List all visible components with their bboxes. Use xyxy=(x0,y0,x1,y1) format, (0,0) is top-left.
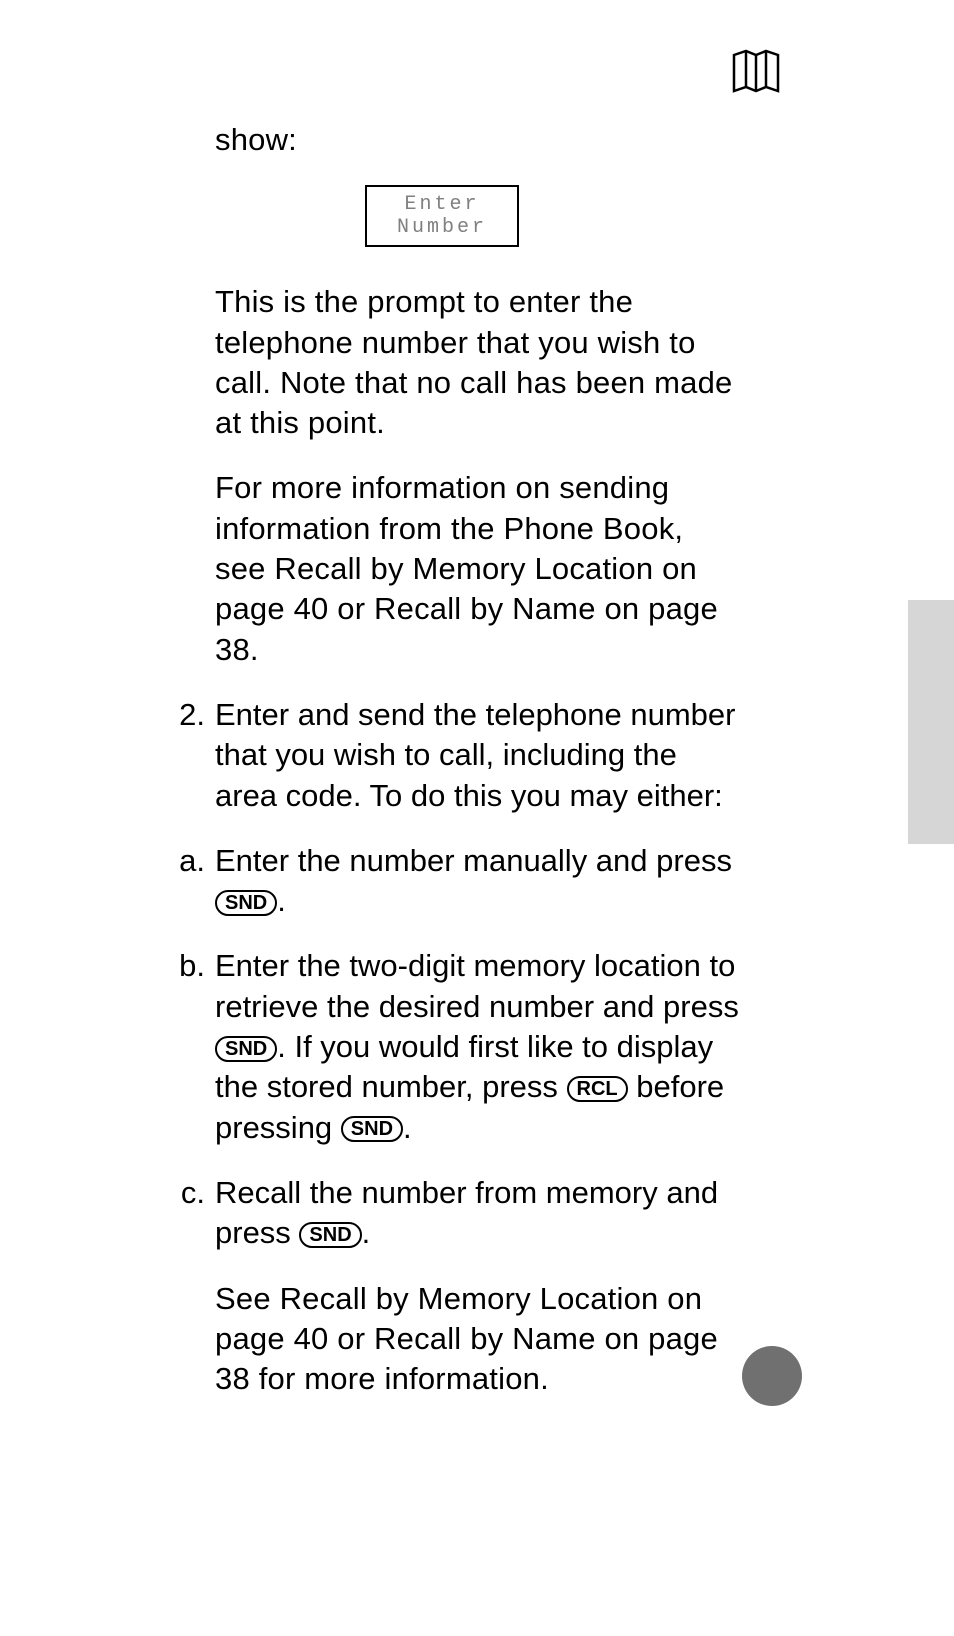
rcl-button-icon: RCL xyxy=(567,1076,628,1102)
option-a: a. Enter the number manually and press S… xyxy=(215,841,740,922)
option-c-pre: Recall the number from memory and press xyxy=(215,1175,718,1250)
book-icon xyxy=(728,45,784,106)
option-b-marker: b. xyxy=(159,946,215,1147)
option-c-body: Recall the number from memory and press … xyxy=(215,1173,740,1254)
option-a-pre: Enter the number manually and press xyxy=(215,843,732,878)
snd-button-icon: SND xyxy=(215,890,277,916)
snd-button-icon: SND xyxy=(299,1222,361,1248)
step-2: 2. Enter and send the telephone number t… xyxy=(215,695,740,816)
side-tab xyxy=(908,600,954,844)
snd-button-icon: SND xyxy=(215,1036,277,1062)
option-a-marker: a. xyxy=(159,841,215,922)
manual-page: show: Enter Number This is the prompt to… xyxy=(0,0,954,1636)
step-2-marker: 2. xyxy=(159,695,215,816)
option-c: c. Recall the number from memory and pre… xyxy=(215,1173,740,1254)
step-2-body: Enter and send the telephone number that… xyxy=(215,695,740,816)
option-a-body: Enter the number manually and press SND. xyxy=(215,841,740,922)
option-b-body: Enter the two-digit memory location to r… xyxy=(215,946,740,1147)
option-c-marker: c. xyxy=(159,1173,215,1254)
intro-text: show: xyxy=(215,120,740,160)
lcd-line-1: Enter xyxy=(367,193,517,216)
page-content: show: Enter Number This is the prompt to… xyxy=(215,120,740,1424)
page-marker-dot xyxy=(742,1346,802,1406)
snd-button-icon: SND xyxy=(341,1116,403,1142)
paragraph-see-recall: See Recall by Memory Location on page 40… xyxy=(215,1279,740,1400)
option-a-post: . xyxy=(277,883,286,918)
option-b-post: . xyxy=(403,1110,412,1145)
option-c-post: . xyxy=(362,1215,371,1250)
option-b-pre: Enter the two-digit memory location to r… xyxy=(215,948,739,1023)
option-b: b. Enter the two-digit memory location t… xyxy=(215,946,740,1147)
paragraph-prompt-explain: This is the prompt to enter the telephon… xyxy=(215,282,740,443)
lcd-line-2: Number xyxy=(367,216,517,239)
paragraph-more-info: For more information on sending informat… xyxy=(215,468,740,669)
lcd-display: Enter Number xyxy=(365,185,519,247)
